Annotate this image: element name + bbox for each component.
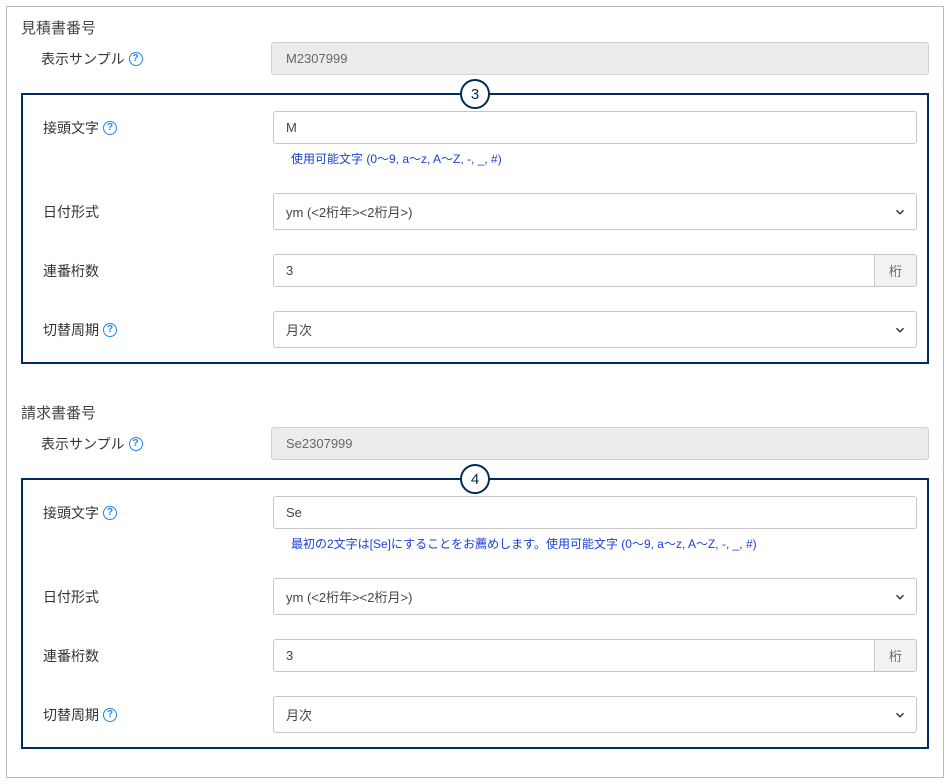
invoice-number-section: 請求書番号 表示サンプル ? Se2307999 4 接頭文字 ?: [7, 392, 943, 771]
sample-display: M2307999: [271, 42, 929, 75]
cycle-label: 切替周期 ?: [23, 320, 273, 340]
prefix-hint: 最初の2文字は[Se]にすることをお薦めします。使用可能文字 (0～9, a～z…: [23, 535, 927, 552]
sample-label: 表示サンプル ?: [21, 49, 271, 69]
digits-label: 連番桁数: [23, 261, 273, 281]
section-title: 請求書番号: [21, 402, 929, 423]
step-badge: 3: [460, 79, 490, 109]
cycle-select[interactable]: 月次: [273, 311, 917, 348]
sample-label: 表示サンプル ?: [21, 434, 271, 454]
prefix-label: 接頭文字 ?: [23, 503, 273, 523]
prefix-label: 接頭文字 ?: [23, 118, 273, 138]
help-icon[interactable]: ?: [103, 323, 117, 337]
help-icon[interactable]: ?: [103, 506, 117, 520]
digits-label: 連番桁数: [23, 646, 273, 666]
section-title: 見積書番号: [21, 17, 929, 38]
cycle-select[interactable]: 月次: [273, 696, 917, 733]
help-icon[interactable]: ?: [129, 437, 143, 451]
estimate-number-section: 見積書番号 表示サンプル ? M2307999 3 接頭文字 ?: [7, 7, 943, 386]
digits-unit: 桁: [875, 639, 917, 672]
prefix-input[interactable]: [273, 496, 917, 529]
step-badge: 4: [460, 464, 490, 494]
config-box: 4 接頭文字 ? 最初の2文字は[Se]にすることをお薦めします。使用可能文字 …: [21, 478, 929, 749]
help-icon[interactable]: ?: [129, 52, 143, 66]
date-format-label: 日付形式: [23, 202, 273, 222]
digits-unit: 桁: [875, 254, 917, 287]
date-format-label: 日付形式: [23, 587, 273, 607]
help-icon[interactable]: ?: [103, 121, 117, 135]
sample-display: Se2307999: [271, 427, 929, 460]
help-icon[interactable]: ?: [103, 708, 117, 722]
cycle-label: 切替周期 ?: [23, 705, 273, 725]
config-box: 3 接頭文字 ? 使用可能文字 (0～9, a～z, A～Z, -, _, #)…: [21, 93, 929, 364]
prefix-hint: 使用可能文字 (0～9, a～z, A～Z, -, _, #): [23, 150, 927, 167]
digits-input[interactable]: [273, 254, 875, 287]
settings-panel: 見積書番号 表示サンプル ? M2307999 3 接頭文字 ?: [6, 6, 944, 778]
digits-input[interactable]: [273, 639, 875, 672]
date-format-select[interactable]: ym (<2桁年><2桁月>): [273, 578, 917, 615]
date-format-select[interactable]: ym (<2桁年><2桁月>): [273, 193, 917, 230]
prefix-input[interactable]: [273, 111, 917, 144]
